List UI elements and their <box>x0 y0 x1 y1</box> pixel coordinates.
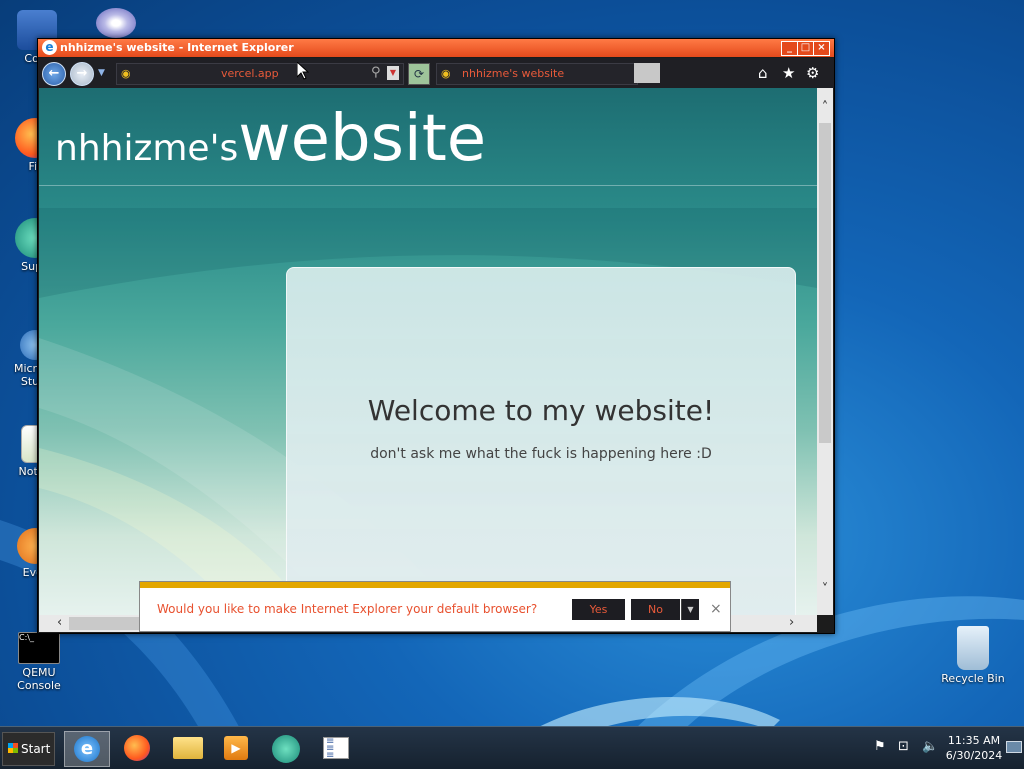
start-label: Start <box>21 742 51 756</box>
content-card: Welcome to my website! don't ask me what… <box>286 267 796 615</box>
vertical-scrollbar[interactable]: ˄ ˅ <box>817 88 833 615</box>
favorites-star-icon[interactable]: ★ <box>782 65 795 81</box>
default-browser-notification: Would you like to make Internet Explorer… <box>139 581 731 632</box>
internet-explorer-window[interactable]: e nhhizme's website - Internet Explorer … <box>37 38 835 634</box>
new-tab-button[interactable] <box>634 63 660 83</box>
taskbar-file-explorer[interactable] <box>166 731 210 765</box>
page-viewport[interactable]: nhhizme'swebsite Welcome to my website! … <box>39 88 817 615</box>
clock-time: 11:35 AM <box>947 734 1001 747</box>
address-dropdown-icon[interactable]: ▼ <box>387 66 399 80</box>
site-title-big: website <box>238 102 487 176</box>
notification-close-icon[interactable]: × <box>710 601 722 617</box>
network-icon[interactable]: ⊡ <box>898 739 909 754</box>
site-favicon-icon: ◉ <box>121 67 131 80</box>
media-player-icon: ▶ <box>224 736 248 760</box>
site-title-small: nhhizme's <box>55 128 239 169</box>
scroll-left-icon[interactable]: ‹ <box>57 615 62 630</box>
maximize-button[interactable]: □ <box>797 41 814 56</box>
window-titlebar[interactable]: e nhhizme's website - Internet Explorer … <box>38 39 834 57</box>
app-icon <box>272 735 300 763</box>
file-explorer-icon <box>173 737 203 759</box>
header-divider <box>39 185 817 186</box>
firefox-icon <box>124 735 150 761</box>
forward-button[interactable]: → <box>70 62 94 86</box>
start-button[interactable]: Start <box>2 732 55 766</box>
desktop-icon-label: QEMU Console <box>17 666 61 692</box>
tools-gear-icon[interactable]: ⚙ <box>806 65 819 81</box>
history-dropdown-icon[interactable]: ▼ <box>98 68 105 78</box>
scroll-up-icon[interactable]: ˄ <box>817 100 833 115</box>
taskbar-internet-explorer[interactable]: e <box>64 731 110 767</box>
vertical-scroll-thumb[interactable] <box>819 123 831 443</box>
dvd-drive-icon[interactable] <box>96 8 136 38</box>
recycle-bin-icon <box>957 626 989 670</box>
address-url[interactable]: vercel.app <box>221 67 279 80</box>
task-list-icon: ≡ ≡ ≡ <box>323 737 349 761</box>
scroll-down-icon[interactable]: ˅ <box>817 582 833 597</box>
internet-explorer-icon: e <box>74 736 100 762</box>
console-icon: C:\_ <box>18 632 60 664</box>
taskbar-task-list[interactable]: ≡ ≡ ≡ <box>314 731 358 765</box>
address-bar[interactable]: ◉ vercel.app ⚲ ▼ <box>116 63 404 85</box>
scroll-right-icon[interactable]: › <box>789 615 794 630</box>
clock-date: 6/30/2024 <box>945 749 1003 762</box>
volume-muted-icon[interactable]: 🔈 <box>922 739 938 754</box>
desktop-icon-label: Recycle Bin <box>941 672 1005 685</box>
tab-favicon-icon: ◉ <box>441 67 451 80</box>
back-button[interactable]: ← <box>42 62 66 86</box>
notification-message: Would you like to make Internet Explorer… <box>157 602 538 616</box>
search-icon[interactable]: ⚲ <box>371 65 381 80</box>
window-title: nhhizme's website - Internet Explorer <box>60 41 294 54</box>
taskbar: Start e ▶ ≡ ≡ ≡ ⚑ ⊡ 🔈 11:35 AM 6/30/2024 <box>0 726 1024 769</box>
taskbar-app[interactable] <box>264 731 308 765</box>
yes-button[interactable]: Yes <box>572 599 625 620</box>
tab-title: nhhizme's website <box>462 67 565 80</box>
action-center-flag-icon[interactable]: ⚑ <box>874 739 886 754</box>
system-clock[interactable]: 11:35 AM 6/30/2024 <box>944 733 1004 763</box>
ie-logo-icon: e <box>42 40 57 55</box>
show-desktop-button[interactable] <box>1006 741 1022 753</box>
no-options-dropdown-icon[interactable]: ▼ <box>681 599 699 620</box>
taskbar-media-player[interactable]: ▶ <box>214 731 258 765</box>
welcome-subtext: don't ask me what the fuck is happening … <box>370 446 712 462</box>
notification-stripe <box>140 582 730 588</box>
desktop-icon-recycle-bin[interactable]: Recycle Bin <box>938 626 1008 685</box>
compatibility-view-icon[interactable]: ⟳ <box>408 63 430 85</box>
desktop-icon-qemu-console[interactable]: C:\_ QEMU Console <box>2 632 76 692</box>
mouse-cursor-icon <box>297 62 309 80</box>
home-icon[interactable]: ⌂ <box>758 65 768 81</box>
taskbar-firefox[interactable] <box>115 731 159 765</box>
windows-flag-icon <box>8 743 18 753</box>
tab-nhhizme-website[interactable]: ◉ nhhizme's website <box>436 63 638 85</box>
no-button[interactable]: No <box>631 599 680 620</box>
minimize-button[interactable]: _ <box>781 41 798 56</box>
site-title: nhhizme'swebsite <box>55 102 486 176</box>
welcome-heading: Welcome to my website! <box>367 394 715 427</box>
navigation-toolbar: ← → ▼ ◉ vercel.app ⚲ ▼ ⟳ ◉ nhhizme's web… <box>38 58 834 88</box>
close-button[interactable]: × <box>813 41 830 56</box>
